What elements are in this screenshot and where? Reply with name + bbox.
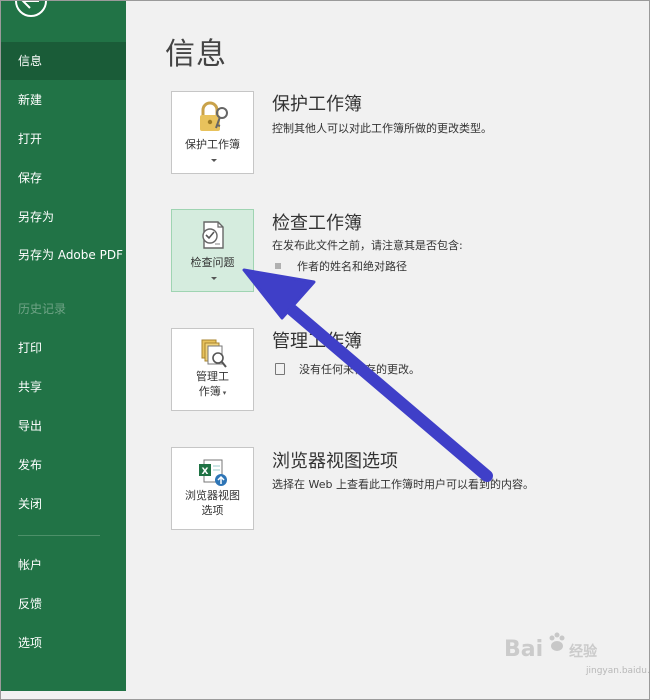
inspect-workbook-description: 在发布此文件之前，请注意其是否包含: — [272, 239, 463, 252]
nav-options[interactable]: 选项 — [1, 624, 126, 662]
nav-save-as[interactable]: 另存为 — [1, 198, 126, 236]
manage-workbook-label: 管理工 作簿 ▾ — [172, 369, 253, 401]
protect-workbook-label: 保护工作簿 — [185, 138, 240, 151]
watermark-text: Bai — [504, 637, 544, 662]
manage-workbook-button[interactable]: 管理工 作簿 ▾ — [171, 328, 254, 411]
nav-info[interactable]: 信息 — [1, 42, 126, 80]
browser-view-options-button[interactable]: X 浏览器视图 选项 — [171, 447, 254, 530]
browser-view-options-description: 选择在 Web 上查看此工作簿时用户可以看到的内容。 — [272, 478, 534, 491]
checklist-icon — [202, 221, 224, 249]
browser-view-label-line2: 选项 — [201, 504, 224, 517]
backstage-sidebar: 信息 新建 打开 保存 另存为 另存为 Adobe PDF 历史记录 打印 共享… — [1, 1, 126, 691]
protect-workbook-description: 控制其他人可以对此工作簿所做的更改类型。 — [272, 122, 492, 135]
nav-save[interactable]: 保存 — [1, 159, 126, 197]
nav-close[interactable]: 关闭 — [1, 485, 126, 523]
bullet-square-icon — [275, 263, 281, 269]
check-for-issues-label: 检查问题 — [190, 256, 235, 269]
nav-history: 历史记录 — [18, 302, 67, 316]
nav-export[interactable]: 导出 — [1, 407, 126, 445]
protect-workbook-button[interactable]: 保护工作簿 — [171, 91, 254, 174]
back-arrow-icon — [15, 1, 47, 17]
dropdown-caret-icon — [211, 277, 217, 280]
lock-key-icon — [200, 101, 228, 131]
nav-new[interactable]: 新建 — [1, 81, 126, 119]
back-button[interactable] — [1, 1, 49, 21]
nav-feedback[interactable]: 反馈 — [1, 585, 126, 623]
nav-account[interactable]: 帐户 — [1, 546, 126, 584]
protect-workbook-title: 保护工作簿 — [272, 94, 362, 115]
manage-workbook-note: 没有任何未保存的更改。 — [275, 361, 420, 377]
nav-publish[interactable]: 发布 — [1, 446, 126, 484]
inspect-bullet-item: 作者的姓名和绝对路径 — [275, 258, 407, 274]
watermark-text-2: 经验 — [569, 644, 598, 660]
info-panel: 信息 保护工作簿 保护工作簿 控制其他人可以对此工作簿所做的更改类型。 检查问题… — [127, 1, 641, 691]
document-icon — [275, 363, 285, 375]
watermark-site: jingyan.baidu.com — [586, 666, 650, 676]
nav-print[interactable]: 打印 — [1, 329, 126, 367]
manage-workbook-title: 管理工作簿 — [272, 331, 362, 352]
baidu-paw-icon — [549, 632, 565, 651]
manage-workbook-label-line2: 作簿 — [198, 385, 221, 398]
manage-workbook-note-text: 没有任何未保存的更改。 — [299, 363, 420, 376]
manage-workbook-icon — [201, 339, 227, 368]
nav-divider — [18, 535, 100, 536]
svg-text:X: X — [202, 467, 209, 477]
page-title: 信息 — [165, 37, 227, 72]
nav-save-as-adobe-pdf[interactable]: 另存为 Adobe PDF — [1, 244, 126, 288]
browser-view-label-line1: 浏览器视图 — [185, 489, 240, 502]
dropdown-caret-icon — [211, 159, 217, 162]
app-window: 信息 新建 打开 保存 另存为 另存为 Adobe PDF 历史记录 打印 共享… — [0, 0, 650, 700]
browser-view-options-label: 浏览器视图 选项 — [172, 488, 253, 518]
manage-workbook-label-line1: 管理工 — [196, 370, 229, 383]
dropdown-caret-icon: ▾ — [222, 389, 227, 397]
inspect-workbook-title: 检查工作簿 — [272, 213, 362, 234]
browser-view-options-title: 浏览器视图选项 — [272, 451, 398, 472]
nav-share[interactable]: 共享 — [1, 368, 126, 406]
inspect-bullet-text: 作者的姓名和绝对路径 — [297, 260, 407, 273]
check-for-issues-button[interactable]: 检查问题 — [171, 209, 254, 292]
nav-open[interactable]: 打开 — [1, 120, 126, 158]
excel-browser-icon: X — [199, 459, 227, 486]
